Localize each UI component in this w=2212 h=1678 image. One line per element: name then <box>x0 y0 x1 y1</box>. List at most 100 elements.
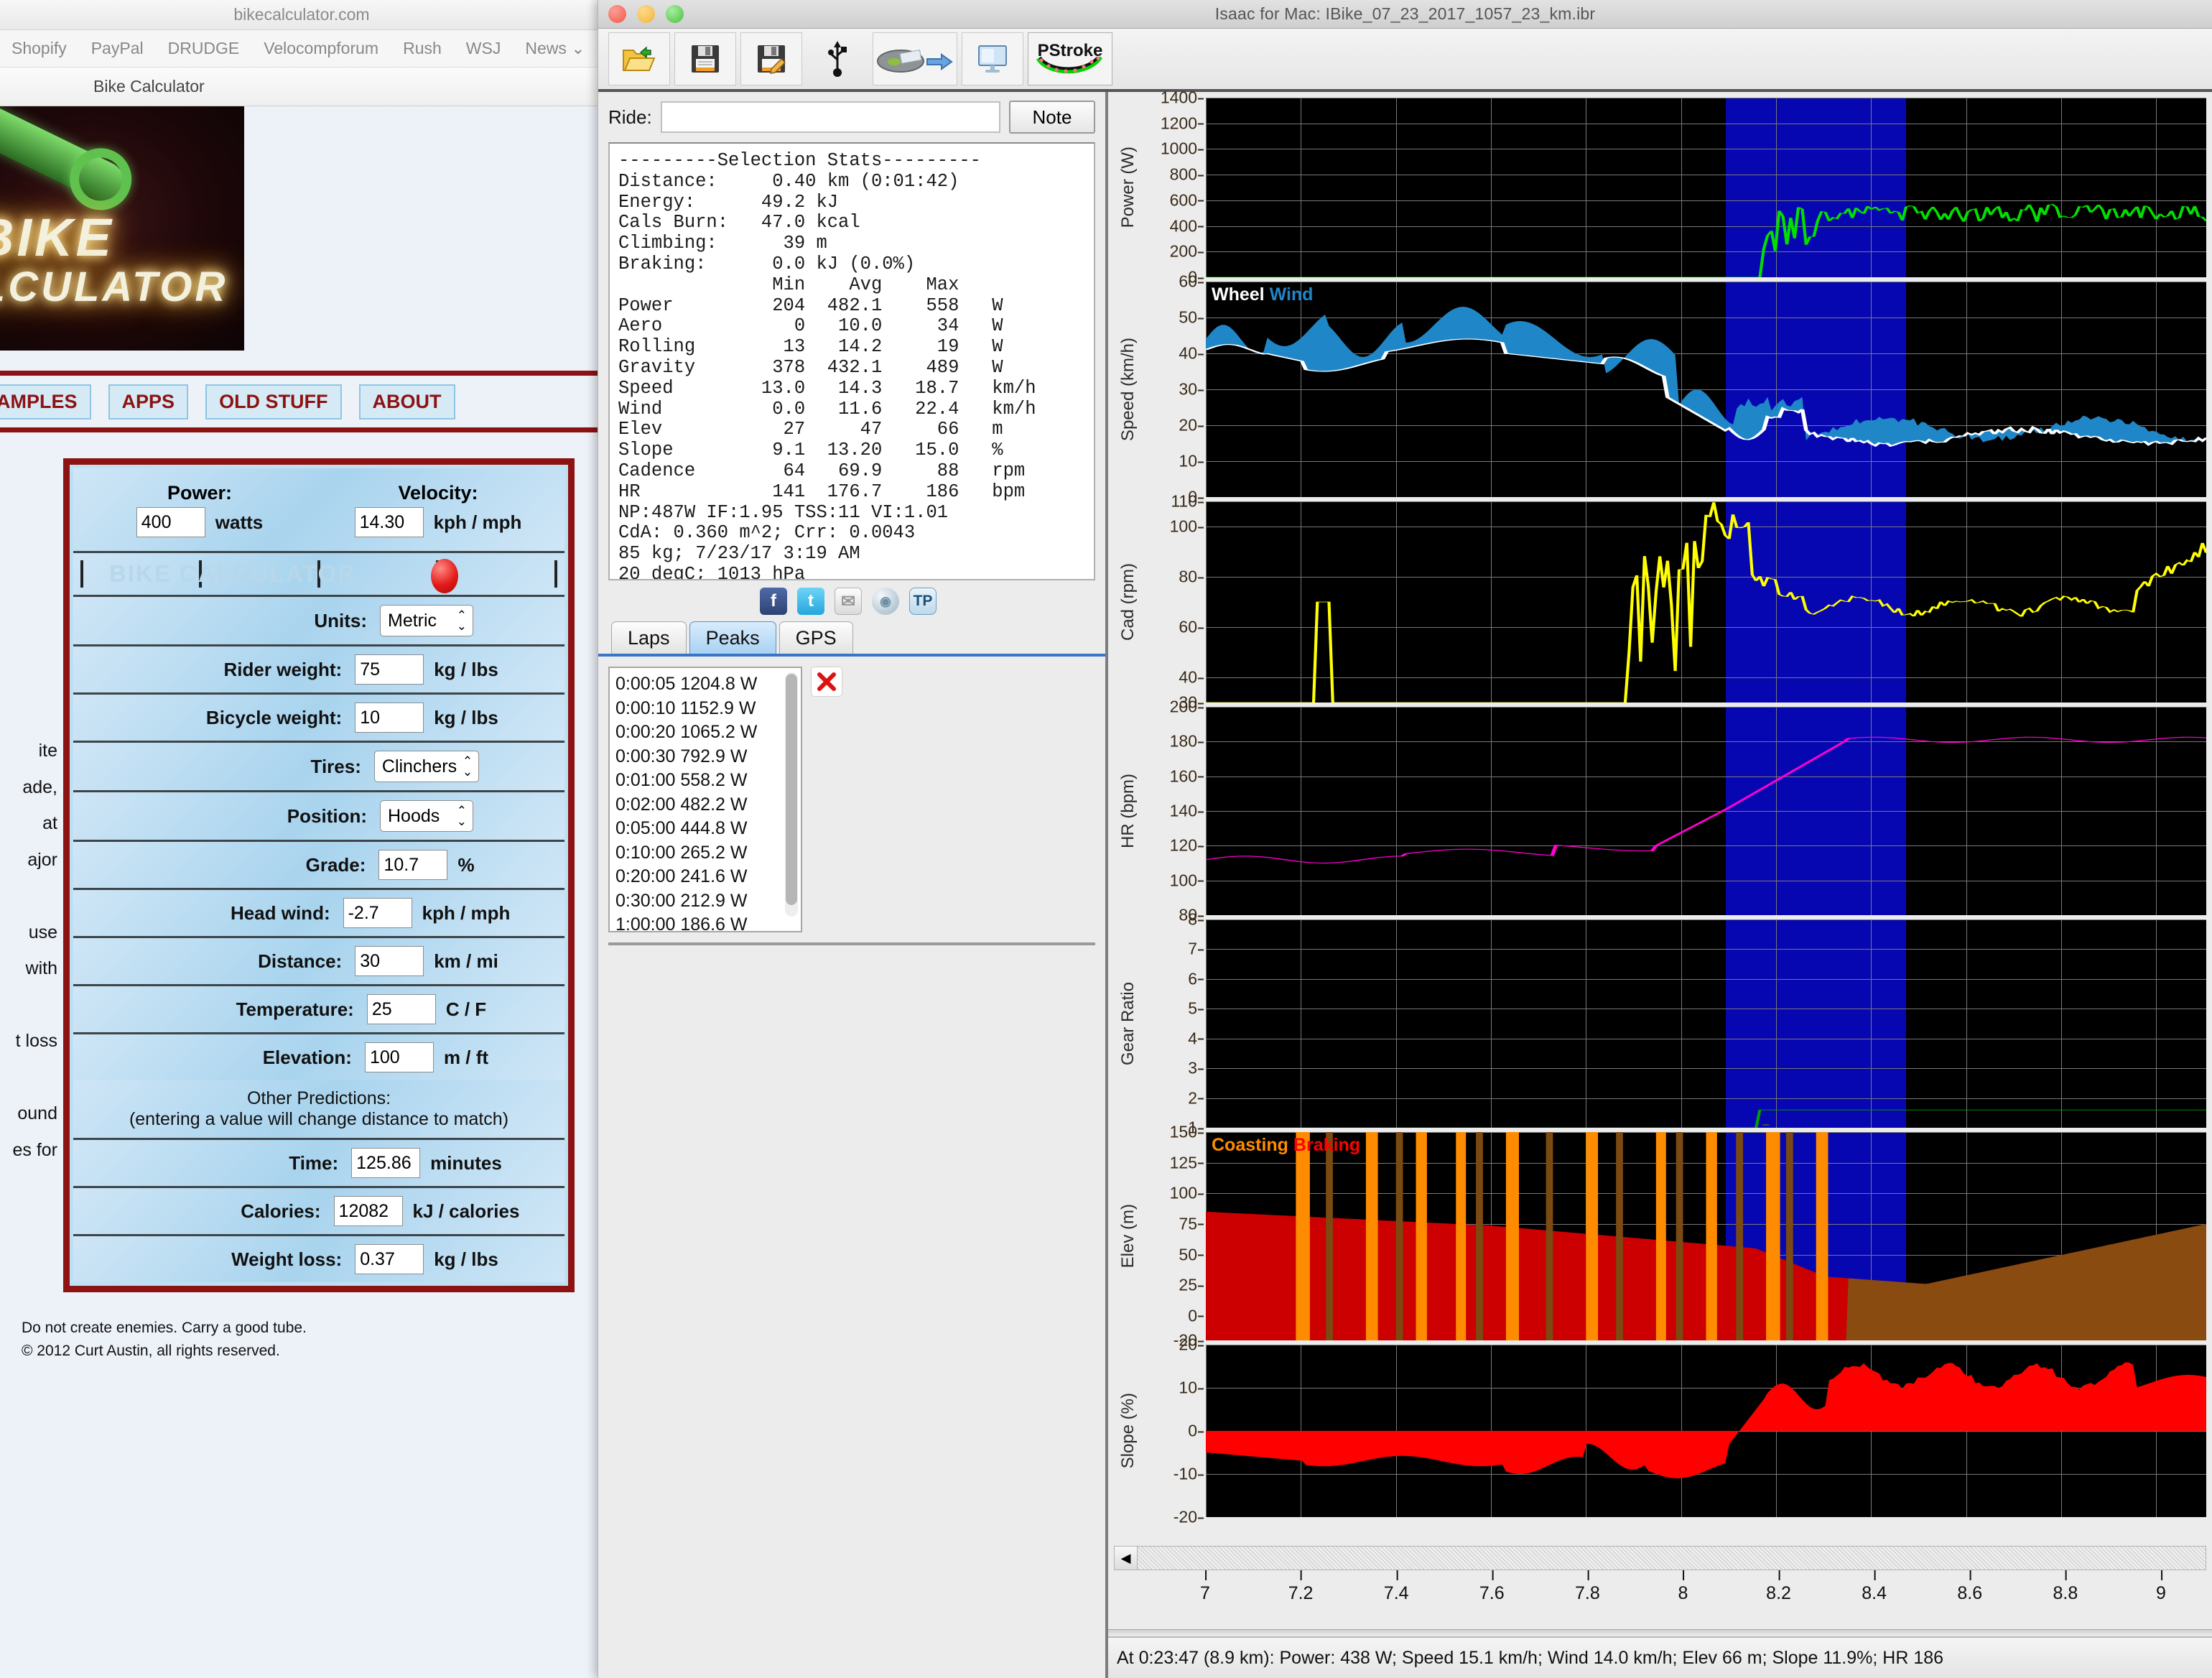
field-row-3: Tires: Clinchers ⌃ ⌄ <box>73 743 564 792</box>
browser-tab-bike-calculator[interactable]: Bike Calculator <box>93 77 205 96</box>
browser-window: bikecalculator.com Shopify PayPal DRUDGE Ve… <box>0 0 603 1678</box>
graph-legend: Wheel Wind <box>1212 284 1313 305</box>
peak-row[interactable]: 1:00:00 186.6 W <box>615 913 798 931</box>
calculator-wrapper: Power: Velocity: watts kph / mph <box>0 432 603 1362</box>
graph-ytick: 7 <box>1188 939 1204 958</box>
power-curve-ytick: 550W <box>613 942 656 945</box>
select-units[interactable]: Metric ⌃ ⌄ <box>380 605 473 636</box>
peaks-scrollbar[interactable] <box>785 672 798 917</box>
input-time[interactable] <box>351 1148 421 1178</box>
graph-plot-area[interactable]: Coasting Braking <box>1206 1132 2206 1340</box>
graph-yticks: 0 10 20 30 40 50 60 <box>1143 272 1204 506</box>
ride-input[interactable] <box>660 101 1000 133</box>
graph-panel-slope-trace[interactable]: Slope (%) -20 -10 0 10 20 <box>1114 1335 2206 1526</box>
graph-plot-area[interactable] <box>1206 501 2206 703</box>
power-input[interactable] <box>136 507 205 537</box>
horizontal-scrollbar[interactable]: ◀ <box>1114 1546 2206 1570</box>
graph-legend: Coasting Braking <box>1212 1135 1360 1156</box>
email-icon[interactable]: ✉ <box>835 588 862 615</box>
nav-button-examples[interactable]: EXAMPLES <box>0 384 91 420</box>
graph-panel-elevation-trace[interactable]: Elev (m) -20 0 25 50 75 100 125 150 Coasting Brak… <box>1114 1123 2206 1350</box>
input-grade[interactable] <box>378 850 448 880</box>
bookmark-4[interactable]: Rush <box>403 39 442 58</box>
peak-row[interactable]: 0:10:00 265.2 W <box>615 841 798 866</box>
twitter-icon[interactable]: t <box>797 588 824 615</box>
nav-button-about[interactable]: ABOUT <box>358 384 455 420</box>
save-button[interactable] <box>674 32 736 85</box>
distance-tick: 7.8 <box>1574 1570 1600 1603</box>
input-rider-weight[interactable] <box>355 654 424 685</box>
peak-row[interactable]: 0:00:05 1204.8 W <box>615 672 798 697</box>
power-curve-ytick: 1200W <box>613 942 665 945</box>
input-bicycle-weight[interactable] <box>355 703 424 733</box>
save-as-button[interactable] <box>740 32 802 85</box>
graph-ytick: 600 <box>1169 190 1204 210</box>
isaac-toolbar[interactable]: PStroke <box>598 29 2212 92</box>
graph-panel-speed-trace[interactable]: Speed (km/h) 0 10 20 30 40 50 60 Wheel Wind <box>1114 272 2206 506</box>
scroll-left-icon[interactable]: ◀ <box>1115 1547 1138 1570</box>
input-elevation[interactable] <box>364 1042 434 1072</box>
nav-button-old-stuff[interactable]: OLD STUFF <box>205 384 342 420</box>
display-button[interactable] <box>962 32 1023 85</box>
peak-row[interactable]: 0:30:00 212.9 W <box>615 889 798 914</box>
googleearth-icon[interactable]: ◉ <box>872 588 899 615</box>
note-button[interactable]: Note <box>1009 101 1095 134</box>
bookmark-5[interactable]: WSJ <box>466 39 501 58</box>
bookmark-1[interactable]: PayPal <box>91 39 144 58</box>
graph-panel-hr-trace[interactable]: HR (bpm) 80 100 120 140 160 180 200 <box>1114 697 2206 924</box>
bookmark-3[interactable]: Velocompforum <box>264 39 378 58</box>
graph-plot-area[interactable] <box>1206 707 2206 915</box>
tab-gps[interactable]: GPS <box>779 621 853 654</box>
social-share-row[interactable]: f t ✉ ◉ TP <box>598 580 1098 619</box>
slider-knob[interactable] <box>431 559 458 593</box>
bookmarks-bar[interactable]: Shopify PayPal DRUDGE Velocompforum Rush WSJ N… <box>0 30 603 68</box>
graph-plot-area[interactable]: Wheel Wind <box>1206 282 2206 497</box>
input-distance[interactable] <box>355 946 424 976</box>
inner-tube-graphic <box>0 106 131 208</box>
input-temperature[interactable] <box>366 994 436 1024</box>
graph-ytick: 0 <box>1188 1306 1204 1325</box>
open-folder-button[interactable] <box>608 32 670 85</box>
select-position[interactable]: Hoods ⌃ ⌄ <box>380 800 473 832</box>
input-head-wind[interactable] <box>343 898 412 928</box>
graph-plot-area[interactable] <box>1206 98 2206 277</box>
graph-panel-cadence-trace[interactable]: Cad (rpm) 30 40 60 80 100 110 <box>1114 492 2206 712</box>
ride-label: Ride: <box>608 106 652 128</box>
bookmark-6[interactable]: News ⌄ <box>525 39 585 58</box>
peak-row[interactable]: 0:00:30 792.9 W <box>615 745 798 769</box>
peaks-list[interactable]: 0:00:05 1204.8 W 0:00:10 1152.9 W 0:00:20 … <box>608 667 802 932</box>
side-text-fragment-8: t loss <box>15 1031 57 1051</box>
delete-peaks-button[interactable] <box>811 667 842 697</box>
power-velocity-slider[interactable]: BIKE CALCULATOR <box>73 553 564 597</box>
peak-row[interactable]: 0:02:00 482.2 W <box>615 793 798 817</box>
peak-row[interactable]: 0:00:20 1065.2 W <box>615 720 798 745</box>
pstroke-button[interactable]: PStroke <box>1028 32 1112 85</box>
facebook-icon[interactable]: f <box>760 588 787 615</box>
device-transfer-button[interactable] <box>873 32 957 85</box>
velocity-input[interactable] <box>354 507 424 537</box>
input-weight-loss[interactable] <box>355 1244 424 1274</box>
graph-plot-area[interactable] <box>1206 919 2206 1128</box>
input-calories[interactable] <box>333 1196 403 1226</box>
usb-device-button[interactable] <box>807 32 868 85</box>
tab-laps[interactable]: Laps <box>611 621 687 654</box>
graph-panel-gear-ratio-trace[interactable]: Gear Ratio 1 2 3 4 5 6 7 8 <box>1114 910 2206 1137</box>
peak-row[interactable]: 0:05:00 444.8 W <box>615 817 798 841</box>
distance-tick: 8.4 <box>1862 1570 1887 1603</box>
bookmark-0[interactable]: Shopify <box>11 39 67 58</box>
select-tires[interactable]: Clinchers ⌃ ⌄ <box>373 751 480 782</box>
tab-peaks[interactable]: Peaks <box>689 621 776 654</box>
bookmark-2[interactable]: DRUDGE <box>168 39 240 58</box>
graph-plot-area[interactable] <box>1206 1345 2206 1517</box>
peak-row[interactable]: 0:20:00 241.6 W <box>615 865 798 889</box>
slider-track[interactable]: BIKE CALCULATOR <box>80 557 557 593</box>
statusbar-text: At 0:23:47 (8.9 km): Power: 438 W; Speed… <box>1117 1647 1944 1668</box>
side-text-fragment-2: at <box>42 813 57 833</box>
peak-row[interactable]: 0:00:10 1152.9 W <box>615 697 798 721</box>
nav-button-apps[interactable]: APPS <box>108 384 189 420</box>
trainingpeaks-icon[interactable]: TP <box>909 588 937 615</box>
bike-calculator-navbar[interactable]: EXAMPLES APPS OLD STUFF ABOUT <box>0 371 603 432</box>
graph-panel-power-trace[interactable]: Power (W) 0 200 400 600 800 1000 1200 1400 <box>1114 88 2206 287</box>
peak-row[interactable]: 0:01:00 558.2 W <box>615 769 798 793</box>
left-pane-tabs[interactable]: Laps Peaks GPS <box>598 621 1105 657</box>
